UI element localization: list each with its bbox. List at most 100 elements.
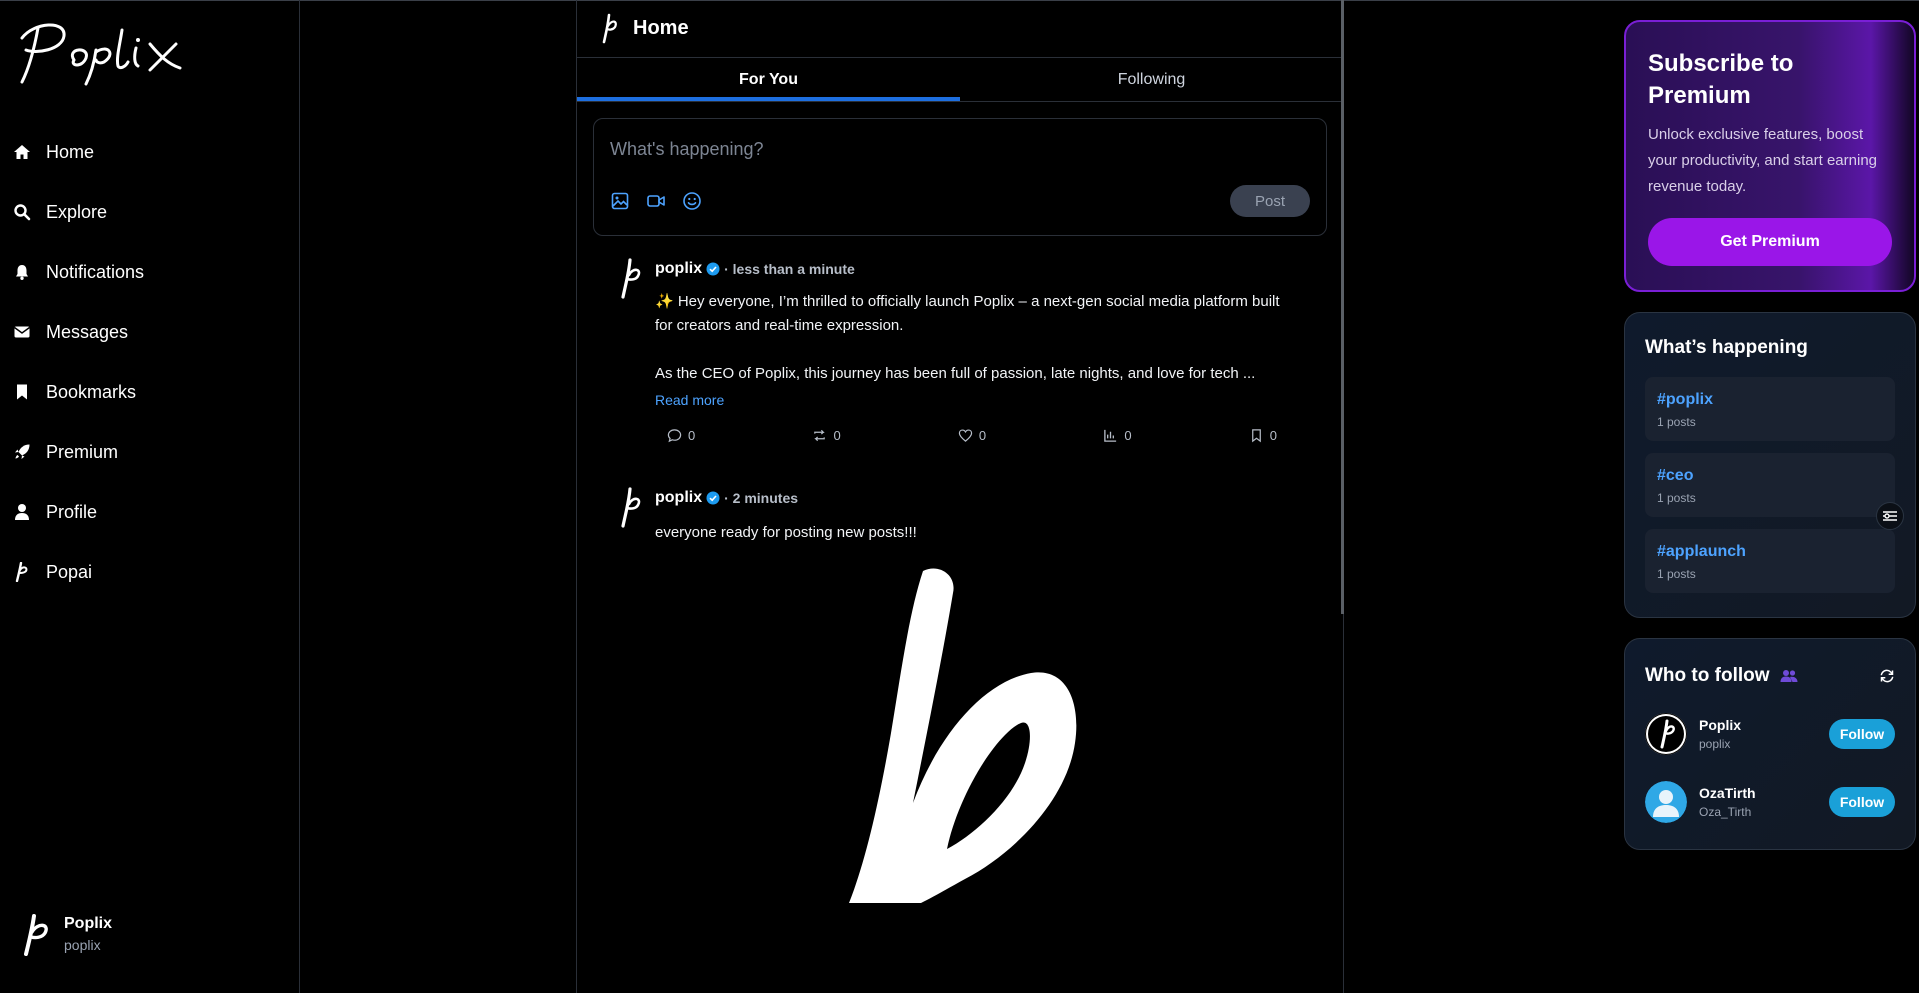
trend-tag: #applaunch [1657,543,1746,560]
post-text: ✨ Hey everyone, I’m thrilled to official… [655,293,1280,334]
verified-badge-icon [706,262,720,276]
refresh-icon[interactable] [1879,668,1895,684]
poplix-p-icon [12,562,32,582]
rocket-icon [12,442,32,462]
feed-header: Home [577,0,1343,58]
who-to-follow-card: Who to follow Poplix poplix Follow OzaTi… [1624,638,1916,850]
premium-title: Subscribe to Premium [1648,50,1794,109]
account-handle: poplix [64,937,101,953]
repost-icon [814,429,826,442]
image-icon[interactable] [610,191,630,211]
bookmark-button[interactable]: 0 [1249,428,1277,443]
tab-following[interactable]: Following [960,58,1343,101]
bookmark-count: 0 [1269,428,1277,443]
repost-button[interactable]: 0 [812,428,841,443]
post-composer: What's happening? Post [593,118,1327,236]
user-handle: Oza_Tirth [1699,805,1752,819]
premium-description: Unlock exclusive features, boost your pr… [1648,126,1878,195]
post-item: poplix · less than a minute ✨ Hey everyo… [577,254,1343,443]
main-nav: Home Explore Notifications Messages Book… [0,122,299,602]
video-icon[interactable] [646,191,666,211]
avatar [20,910,52,958]
trends-title: What’s happening [1645,337,1808,358]
search-icon [12,202,32,222]
reply-count: 0 [688,428,696,443]
nav-label: Popai [46,561,93,582]
nav-label: Premium [46,441,119,462]
trend-item[interactable]: #poplix 1 posts [1645,377,1895,441]
trend-item[interactable]: #applaunch 1 posts [1645,529,1895,593]
poplix-logo[interactable] [4,14,204,86]
post-button[interactable]: Post [1230,185,1310,217]
views-button[interactable]: 0 [1103,428,1132,443]
nav-label: Bookmarks [46,381,137,402]
nav-messages[interactable]: Messages [0,302,299,362]
follow-button[interactable]: Follow [1829,719,1895,749]
user-icon [12,502,32,522]
nav-profile[interactable]: Profile [0,482,299,542]
nav-label: Profile [46,501,98,522]
post-meta: poplix · 2 minutes [655,483,1293,513]
tab-for-you[interactable]: For You [577,58,960,101]
nav-explore[interactable]: Explore [0,182,299,242]
nav-popai[interactable]: Popai [0,542,299,602]
reply-icon [667,429,682,443]
nav-premium[interactable]: Premium [0,422,299,482]
post-text: everyone ready for posting new posts!!! [655,524,917,541]
nav-notifications[interactable]: Notifications [0,242,299,302]
user-name[interactable]: OzaTirth [1699,785,1756,801]
sliders-icon [1883,511,1897,521]
composer-input[interactable]: What's happening? [610,139,764,160]
avatar[interactable] [619,258,643,300]
trend-count: 1 posts [1657,567,1696,581]
feed-tabs: For You Following [577,58,1343,102]
avatar[interactable] [1645,713,1687,755]
suggested-user: OzaTirth Oza_Tirth Follow [1645,781,1895,823]
trend-item[interactable]: #ceo 1 posts [1645,453,1895,517]
feed-scrollbar[interactable] [1341,0,1344,614]
nav-label: Notifications [46,261,145,282]
envelope-icon [12,322,32,342]
read-more-link[interactable]: Read more [655,392,724,408]
user-name[interactable]: Poplix [1699,717,1741,733]
nav-label: Messages [46,321,129,342]
avatar[interactable] [619,487,643,529]
nav-label: Home [46,141,95,162]
views-count: 0 [1124,428,1132,443]
users-icon [1780,669,1798,683]
avatar[interactable] [1645,781,1687,823]
trend-count: 1 posts [1657,415,1696,429]
bell-icon [12,262,32,282]
nav-label: Explore [46,201,108,222]
post-author[interactable]: poplix [655,489,702,507]
trend-tag: #poplix [1657,391,1714,408]
main-feed: Home For You Following What's happening?… [576,0,1344,993]
get-premium-button[interactable]: Get Premium [1648,218,1892,266]
home-icon [12,142,32,162]
nav-bookmarks[interactable]: Bookmarks [0,362,299,422]
like-button[interactable]: 0 [958,428,986,443]
nav-home[interactable]: Home [0,122,299,182]
post-item: poplix · 2 minutes everyone ready for po… [577,483,1343,963]
suggested-user: Poplix poplix Follow [1645,713,1895,755]
bookmark-outline-icon [1251,429,1261,443]
poplix-p-icon [601,13,619,45]
account-switcher[interactable]: Poplix poplix [20,910,112,958]
post-image[interactable] [835,563,1135,963]
verified-badge-icon [706,491,720,505]
emoji-icon[interactable] [682,191,702,211]
reply-button[interactable]: 0 [667,428,695,443]
post-meta: poplix · less than a minute [655,254,1293,284]
trends-card: What’s happening #poplix 1 posts #ceo 1 … [1624,312,1916,618]
follow-button[interactable]: Follow [1829,787,1895,817]
who-to-follow-title: Who to follow [1645,665,1770,686]
post-time: · 2 minutes [724,490,799,506]
page-title: Home [633,17,689,39]
trend-count: 1 posts [1657,491,1696,505]
who-to-follow-header: Who to follow [1645,665,1895,687]
post-author[interactable]: poplix [655,260,702,278]
right-sidebar: Subscribe to Premium Unlock exclusive fe… [1624,20,1916,850]
composer-tools [610,191,702,211]
trend-tag: #ceo [1657,467,1694,484]
settings-toggle-button[interactable] [1876,502,1904,530]
